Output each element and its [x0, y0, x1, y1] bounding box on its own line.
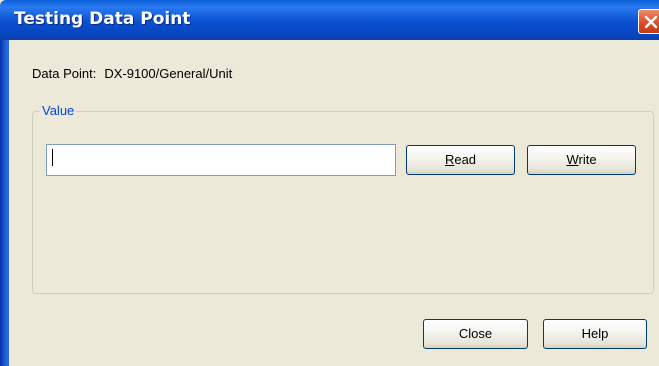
value-group-legend: Value [40, 103, 77, 118]
testing-data-point-dialog: Testing Data Point Data Point: DX-9100/Ge… [0, 0, 659, 366]
write-button-label: rite [578, 152, 597, 167]
window-close-button[interactable] [638, 9, 659, 34]
text-caret [52, 149, 53, 166]
read-button[interactable]: Read [406, 145, 515, 175]
data-point-row: Data Point: DX-9100/General/Unit [32, 66, 232, 81]
help-button[interactable]: Help [543, 319, 647, 349]
close-icon [644, 15, 658, 29]
data-point-label: Data Point: [32, 66, 97, 81]
title-bar[interactable]: Testing Data Point [0, 0, 659, 40]
write-button-mnemonic: W [566, 152, 579, 167]
read-button-label: ead [454, 152, 477, 167]
window-title: Testing Data Point [14, 9, 191, 29]
close-button[interactable]: Close [423, 319, 528, 349]
value-input[interactable] [46, 144, 396, 176]
window-frame-left [0, 40, 9, 366]
write-button[interactable]: Write [527, 145, 636, 175]
value-groupbox [32, 111, 654, 294]
read-button-mnemonic: R [444, 152, 455, 167]
data-point-value: DX-9100/General/Unit [104, 66, 233, 81]
